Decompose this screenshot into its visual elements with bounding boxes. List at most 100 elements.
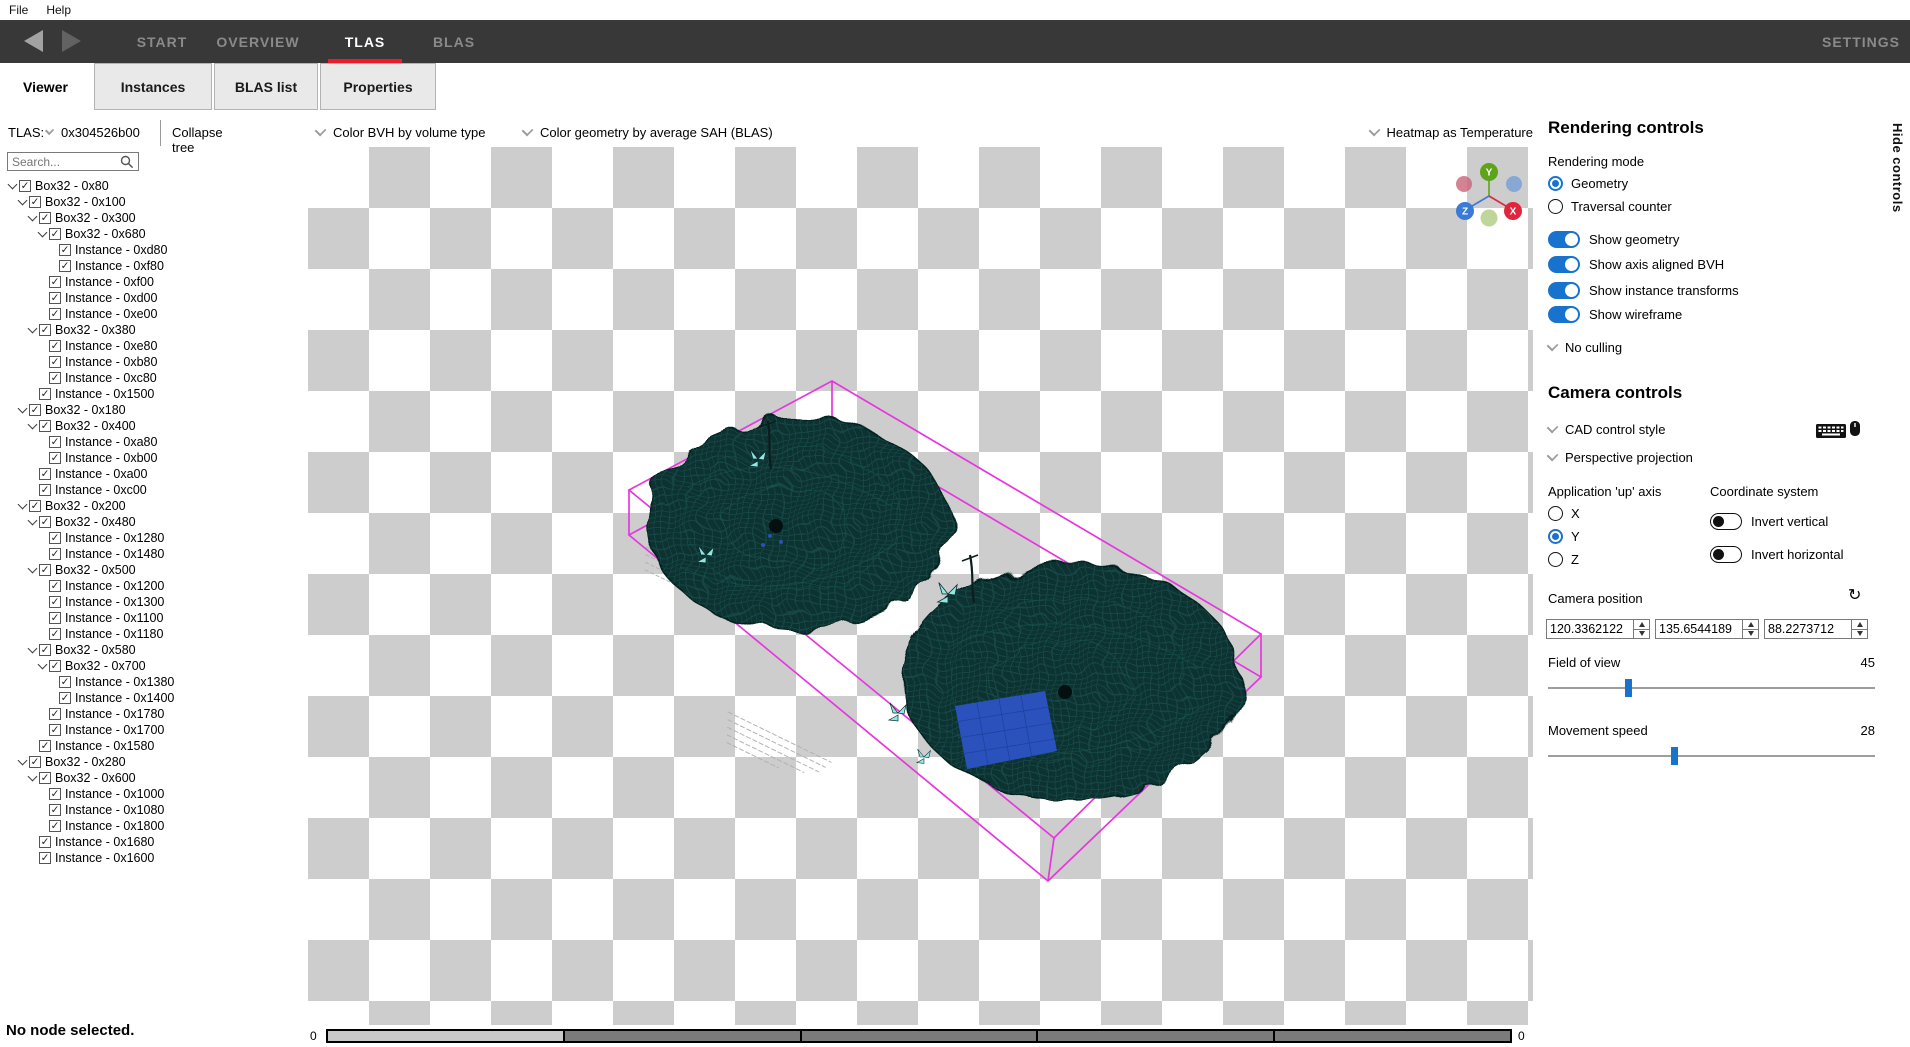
- culling-combobox[interactable]: No culling: [1548, 340, 1622, 355]
- movement-speed-slider-handle[interactable]: [1671, 747, 1678, 765]
- tree-node[interactable]: ✓Box32 - 0x180: [0, 402, 302, 418]
- node-checkbox[interactable]: ✓: [49, 276, 61, 288]
- toggle-on-icon[interactable]: [1548, 306, 1580, 323]
- tree-node[interactable]: ✓Box32 - 0x100: [0, 194, 302, 210]
- menu-file[interactable]: File: [0, 0, 37, 20]
- node-checkbox[interactable]: ✓: [49, 660, 61, 672]
- expand-arrow-icon[interactable]: [36, 660, 49, 673]
- depth-segment[interactable]: [800, 1031, 1037, 1041]
- expand-arrow-icon[interactable]: [16, 756, 29, 769]
- expand-arrow-icon[interactable]: [36, 228, 49, 241]
- node-checkbox[interactable]: ✓: [39, 468, 51, 480]
- node-checkbox[interactable]: ✓: [49, 356, 61, 368]
- tree-node[interactable]: ✓Box32 - 0x280: [0, 754, 302, 770]
- node-checkbox[interactable]: ✓: [39, 740, 51, 752]
- node-checkbox[interactable]: ✓: [59, 244, 71, 256]
- node-checkbox[interactable]: ✓: [49, 628, 61, 640]
- heatmap-combobox[interactable]: Heatmap as Temperature: [1358, 120, 1533, 144]
- radio-selected-icon[interactable]: [1548, 529, 1563, 544]
- tree-node[interactable]: ✓Instance - 0x1380: [0, 674, 302, 690]
- expand-arrow-icon[interactable]: [16, 196, 29, 209]
- fov-slider-handle[interactable]: [1625, 679, 1632, 697]
- expand-arrow-icon[interactable]: [26, 324, 39, 337]
- nav-forward-icon[interactable]: [62, 30, 81, 52]
- node-checkbox[interactable]: ✓: [49, 292, 61, 304]
- node-checkbox[interactable]: ✓: [39, 564, 51, 576]
- node-checkbox[interactable]: ✓: [49, 372, 61, 384]
- tree-node[interactable]: ✓Instance - 0x1780: [0, 706, 302, 722]
- spinner-buttons[interactable]: [1742, 620, 1758, 638]
- depth-segment[interactable]: [328, 1031, 563, 1041]
- nav-item-tlas[interactable]: TLAS: [328, 20, 402, 63]
- tree-node[interactable]: ✓Instance - 0x1800: [0, 818, 302, 834]
- node-checkbox[interactable]: ✓: [39, 516, 51, 528]
- node-checkbox[interactable]: ✓: [49, 436, 61, 448]
- node-checkbox[interactable]: ✓: [39, 644, 51, 656]
- search-input[interactable]: [8, 155, 120, 169]
- tree-node[interactable]: ✓Instance - 0x1100: [0, 610, 302, 626]
- tree-node[interactable]: ✓Instance - 0xd00: [0, 290, 302, 306]
- traversal-depth-slider[interactable]: [326, 1029, 1512, 1043]
- toggle-on-icon[interactable]: [1548, 282, 1580, 299]
- toggle-invert-horizontal[interactable]: Invert horizontal: [1710, 546, 1844, 563]
- expand-arrow-icon[interactable]: [26, 516, 39, 529]
- nav-item-blas[interactable]: BLAS: [424, 20, 484, 63]
- tree-node[interactable]: ✓Instance - 0x1500: [0, 386, 302, 402]
- tlas-address-combobox[interactable]: 0x304526b00: [46, 125, 140, 140]
- tree-node[interactable]: ✓Box32 - 0x380: [0, 322, 302, 338]
- tab-instances[interactable]: Instances: [94, 63, 212, 110]
- tree-node[interactable]: ✓Box32 - 0x480: [0, 514, 302, 530]
- tree-node[interactable]: ✓Box32 - 0x680: [0, 226, 302, 242]
- node-checkbox[interactable]: ✓: [49, 596, 61, 608]
- node-checkbox[interactable]: ✓: [29, 500, 41, 512]
- tree-node[interactable]: ✓Box32 - 0x200: [0, 498, 302, 514]
- expand-arrow-icon[interactable]: [26, 212, 39, 225]
- tree-node[interactable]: ✓Instance - 0xa80: [0, 434, 302, 450]
- movement-speed-slider[interactable]: [1548, 755, 1875, 757]
- node-checkbox[interactable]: ✓: [49, 612, 61, 624]
- nav-back-icon[interactable]: [24, 30, 43, 52]
- node-checkbox[interactable]: ✓: [49, 820, 61, 832]
- toggle-show-geometry[interactable]: Show geometry: [1548, 231, 1679, 248]
- bvh-coloring-combobox[interactable]: Color BVH by volume type: [316, 120, 485, 144]
- expand-arrow-icon[interactable]: [16, 500, 29, 513]
- expand-arrow-icon[interactable]: [6, 180, 19, 193]
- tree-node[interactable]: ✓Instance - 0xf80: [0, 258, 302, 274]
- tab-blas-list[interactable]: BLAS list: [214, 63, 318, 110]
- tree-node[interactable]: ✓Box32 - 0x700: [0, 658, 302, 674]
- toggle-show-axis-aligned-bvh[interactable]: Show axis aligned BVH: [1548, 256, 1724, 273]
- node-checkbox[interactable]: ✓: [39, 852, 51, 864]
- bvh-tree[interactable]: ✓Box32 - 0x80✓Box32 - 0x100✓Box32 - 0x30…: [0, 178, 302, 868]
- rendering-mode-geometry[interactable]: Geometry: [1548, 176, 1628, 191]
- node-checkbox[interactable]: ✓: [39, 212, 51, 224]
- axis-gizmo[interactable]: Y Z X: [1456, 163, 1522, 227]
- toggle-on-icon[interactable]: [1548, 231, 1580, 248]
- depth-segment[interactable]: [1036, 1031, 1273, 1041]
- tree-node[interactable]: ✓Box32 - 0x300: [0, 210, 302, 226]
- node-checkbox[interactable]: ✓: [59, 676, 71, 688]
- node-checkbox[interactable]: ✓: [49, 788, 61, 800]
- expand-arrow-icon[interactable]: [26, 420, 39, 433]
- tree-node[interactable]: ✓Instance - 0xd80: [0, 242, 302, 258]
- spinner-buttons[interactable]: [1851, 620, 1867, 638]
- tree-node[interactable]: ✓Instance - 0x1280: [0, 530, 302, 546]
- node-checkbox[interactable]: ✓: [39, 836, 51, 848]
- tree-node[interactable]: ✓Instance - 0xe80: [0, 338, 302, 354]
- node-checkbox[interactable]: ✓: [29, 196, 41, 208]
- expand-arrow-icon[interactable]: [26, 644, 39, 657]
- tree-node[interactable]: ✓Instance - 0x1680: [0, 834, 302, 850]
- tree-node[interactable]: ✓Box32 - 0x580: [0, 642, 302, 658]
- radio-icon[interactable]: [1548, 199, 1563, 214]
- tree-node[interactable]: ✓Box32 - 0x400: [0, 418, 302, 434]
- node-checkbox[interactable]: ✓: [39, 388, 51, 400]
- tree-node[interactable]: ✓Box32 - 0x500: [0, 562, 302, 578]
- tree-node[interactable]: ✓Instance - 0xb80: [0, 354, 302, 370]
- toggle-on-icon[interactable]: [1548, 256, 1580, 273]
- node-checkbox[interactable]: ✓: [49, 228, 61, 240]
- expand-arrow-icon[interactable]: [26, 772, 39, 785]
- radio-icon[interactable]: [1548, 552, 1563, 567]
- node-checkbox[interactable]: ✓: [39, 484, 51, 496]
- expand-arrow-icon[interactable]: [16, 404, 29, 417]
- tree-node[interactable]: ✓Box32 - 0x600: [0, 770, 302, 786]
- tree-node[interactable]: ✓Instance - 0x1580: [0, 738, 302, 754]
